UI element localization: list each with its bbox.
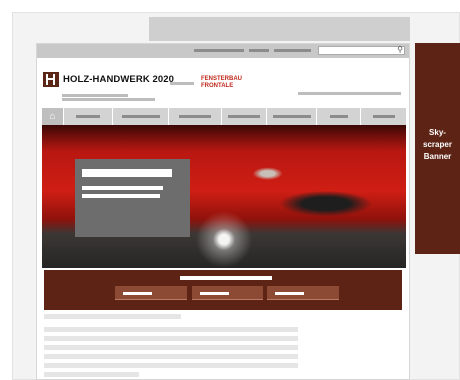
main-navigation: ⌂ — [42, 108, 406, 125]
nav-item[interactable] — [222, 108, 267, 125]
header-info-placeholder — [298, 92, 401, 95]
partner-logo-line1: FENSTERBAU — [201, 76, 243, 82]
promo-button[interactable] — [192, 286, 263, 300]
search-input[interactable]: ⚲ — [318, 45, 405, 55]
content-heading-placeholder — [44, 314, 181, 319]
search-icon[interactable]: ⚲ — [397, 45, 403, 54]
content-text-placeholder — [44, 345, 298, 350]
home-icon: ⌂ — [49, 111, 56, 122]
separator-line — [170, 82, 194, 85]
utility-link[interactable] — [274, 49, 311, 52]
content-text-placeholder — [44, 336, 298, 341]
nav-item[interactable] — [113, 108, 169, 125]
hero-text-box — [75, 159, 190, 237]
leaderboard-banner-placeholder[interactable] — [149, 17, 410, 41]
promo-bar — [44, 270, 402, 310]
skyscraper-banner[interactable]: Sky- scraper Banner — [415, 43, 460, 254]
content-text-placeholder — [44, 372, 139, 377]
tagline-placeholder — [62, 94, 128, 97]
tagline-placeholder — [62, 98, 155, 101]
promo-title-placeholder — [180, 276, 272, 280]
utility-link[interactable] — [194, 49, 244, 52]
hero-image-welder[interactable] — [42, 125, 406, 268]
nav-home-button[interactable]: ⌂ — [42, 108, 64, 125]
logo-text: HOLZ-HANDWERK 2020 — [63, 74, 175, 85]
nav-item[interactable] — [169, 108, 222, 125]
partner-logo-line2: FRONTALE — [201, 83, 234, 89]
nav-item[interactable] — [267, 108, 317, 125]
content-text-placeholder — [44, 354, 298, 359]
utility-link[interactable] — [249, 49, 269, 52]
skyscraper-banner-label: Sky- scraper Banner — [423, 128, 452, 161]
promo-button[interactable] — [267, 286, 339, 300]
utility-bar: ⚲ — [37, 44, 409, 58]
nav-item[interactable] — [64, 108, 113, 125]
nav-item[interactable] — [361, 108, 406, 125]
hero-headline-placeholder — [82, 169, 172, 177]
website-frame: ⚲ HOLZ-HANDWERK 2020 FENSTERBAU FRONTALE… — [36, 43, 410, 380]
hero-text-placeholder — [82, 186, 163, 190]
fensterbau-frontale-logo[interactable]: FENSTERBAU FRONTALE — [201, 76, 242, 90]
content-text-placeholder — [44, 327, 298, 332]
nav-item[interactable] — [317, 108, 361, 125]
holz-handwerk-logo-mark — [43, 72, 59, 87]
hero-text-placeholder — [82, 194, 160, 198]
promo-button[interactable] — [115, 286, 187, 300]
site-logo[interactable]: HOLZ-HANDWERK 2020 — [43, 72, 174, 87]
content-text-placeholder — [44, 363, 298, 368]
